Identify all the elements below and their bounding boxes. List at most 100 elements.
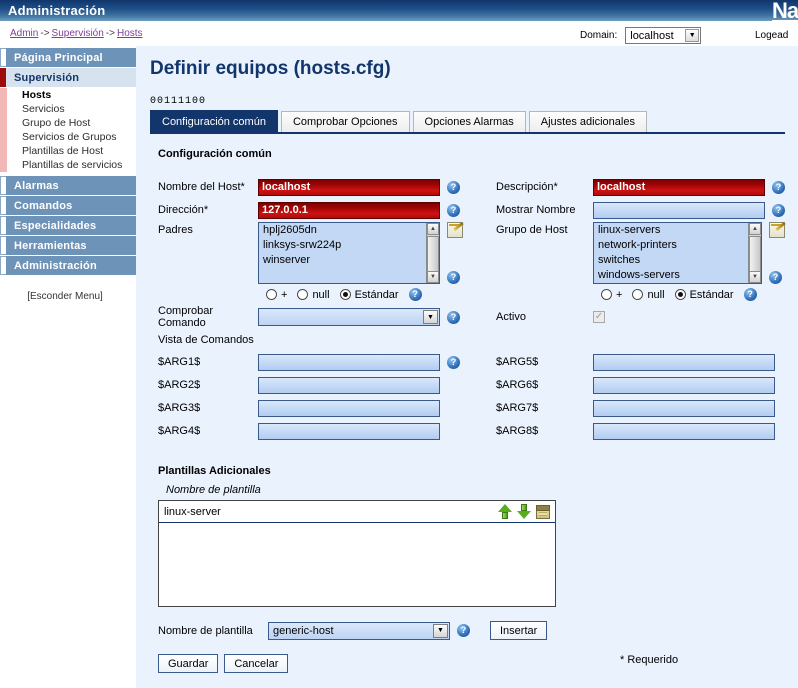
scroll-up-icon[interactable]: ▲ <box>427 223 439 235</box>
radio-estandar[interactable] <box>675 289 686 300</box>
scrollbar[interactable]: ▲ ▼ <box>426 223 439 283</box>
arrow-up-icon[interactable] <box>498 504 512 519</box>
host-name-input[interactable]: localhost <box>258 179 440 196</box>
chevron-down-icon[interactable]: ▼ <box>685 29 699 42</box>
sidebar-item-pagina-principal[interactable]: Página Principal <box>0 48 136 67</box>
help-icon[interactable]: ? <box>457 624 470 637</box>
chevron-down-icon[interactable]: ▼ <box>423 310 438 324</box>
sidebar-item-label: Herramientas <box>6 236 136 255</box>
scroll-down-icon[interactable]: ▼ <box>749 271 761 283</box>
hide-menu-link[interactable]: [Esconder Menu] <box>0 291 136 302</box>
edit-notepad-icon[interactable] <box>769 222 785 238</box>
save-button[interactable]: Guardar <box>158 654 218 673</box>
help-icon[interactable]: ? <box>409 288 422 301</box>
scroll-up-icon[interactable]: ▲ <box>749 223 761 235</box>
scrollbar[interactable]: ▲ ▼ <box>748 223 761 283</box>
activo-label: Activo <box>488 311 593 323</box>
sidebar-item-comandos[interactable]: Comandos <box>0 196 136 215</box>
breadcrumb-item-hosts[interactable]: Hosts <box>117 28 143 39</box>
command-view-label: Vista de Comandos <box>150 334 488 346</box>
arg3-input[interactable] <box>258 400 440 417</box>
templates-listbox[interactable]: linux-server <box>158 500 556 607</box>
display-name-input[interactable] <box>593 202 765 219</box>
help-icon[interactable]: ? <box>772 204 785 217</box>
help-icon[interactable]: ? <box>447 271 460 284</box>
tab-ajustes-adicionales[interactable]: Ajustes adicionales <box>529 111 647 132</box>
list-item[interactable]: hplj2605dn <box>259 223 439 238</box>
arg2-input[interactable] <box>258 377 440 394</box>
sidebar-item-servicios-de-grupos[interactable]: Servicios de Grupos <box>0 130 136 144</box>
row-actions <box>498 504 550 519</box>
scroll-down-icon[interactable]: ▼ <box>427 271 439 283</box>
tab-configuracion-comun[interactable]: Configuración común <box>150 110 278 132</box>
field-row-host-name: Nombre del Host* localhost ? <box>150 176 488 198</box>
edit-notepad-icon[interactable] <box>447 222 463 238</box>
list-item[interactable]: winserver <box>259 253 439 268</box>
check-command-select[interactable]: ▼ <box>258 308 440 326</box>
radio-null[interactable] <box>632 289 643 300</box>
arg6-input[interactable] <box>593 377 775 394</box>
breadcrumb-item-supervision[interactable]: Supervisión <box>52 28 104 39</box>
sidebar-item-hosts[interactable]: Hosts <box>0 88 136 102</box>
sidebar-item-plantillas-de-host[interactable]: Plantillas de Host <box>0 144 136 158</box>
description-label: Descripción* <box>488 181 593 193</box>
scrollbar-thumb[interactable] <box>427 236 439 272</box>
help-icon[interactable]: ? <box>447 204 460 217</box>
table-row[interactable]: linux-server <box>159 501 555 523</box>
sidebar-item-supervision[interactable]: Supervisión <box>0 68 136 87</box>
radio-null[interactable] <box>297 289 308 300</box>
sidebar-item-grupo-de-host[interactable]: Grupo de Host <box>0 116 136 130</box>
scrollbar-thumb[interactable] <box>749 236 761 272</box>
domain-select[interactable]: localhost ▼ <box>625 27 701 44</box>
description-input[interactable]: localhost <box>593 179 765 196</box>
chevron-down-icon[interactable]: ▼ <box>433 624 448 638</box>
tab-opciones-alarmas[interactable]: Opciones Alarmas <box>413 111 526 132</box>
help-icon[interactable]: ? <box>772 181 785 194</box>
field-row-arg8: $ARG8$ <box>488 420 785 442</box>
activo-checkbox[interactable]: ✓ <box>593 311 605 323</box>
brand-logo: Na <box>772 0 798 24</box>
sidebar-item-administracion[interactable]: Administración <box>0 256 136 275</box>
field-row-arg1: $ARG1$ ? <box>150 351 488 373</box>
sidebar-item-plantillas-de-servicios[interactable]: Plantillas de servicios <box>0 158 136 172</box>
parents-listbox[interactable]: hplj2605dn linksys-srw224p winserver ▲ ▼ <box>258 222 440 284</box>
radio-estandar[interactable] <box>340 289 351 300</box>
help-icon[interactable]: ? <box>744 288 757 301</box>
parents-label: Padres <box>150 222 258 236</box>
insert-button[interactable]: Insertar <box>490 621 547 640</box>
arg7-input[interactable] <box>593 400 775 417</box>
breadcrumb-item-admin[interactable]: Admin <box>10 28 38 39</box>
arg5-input[interactable] <box>593 354 775 371</box>
page-title: Definir equipos (hosts.cfg) <box>150 58 798 80</box>
field-row-address: Dirección* 127.0.0.1 ? <box>150 199 488 221</box>
arg8-input[interactable] <box>593 423 775 440</box>
sidebar-item-alarmas[interactable]: Alarmas <box>0 176 136 195</box>
cancel-button[interactable]: Cancelar <box>224 654 288 673</box>
templates-title: Plantillas Adicionales <box>158 465 785 477</box>
list-item[interactable]: linux-servers <box>594 223 761 238</box>
breadcrumb: Admin->Supervisión->Hosts <box>10 28 143 39</box>
form-column-left: Nombre del Host* localhost ? Dirección* … <box>150 176 488 443</box>
delete-icon[interactable] <box>536 505 550 519</box>
radio-plus[interactable] <box>601 289 612 300</box>
host-group-listbox[interactable]: linux-servers network-printers switches … <box>593 222 762 284</box>
list-item[interactable]: switches <box>594 253 761 268</box>
list-item[interactable]: linksys-srw224p <box>259 238 439 253</box>
sidebar-item-especialidades[interactable]: Especialidades <box>0 216 136 235</box>
list-item[interactable]: windows-servers <box>594 268 761 283</box>
arrow-down-icon[interactable] <box>517 504 531 519</box>
arg1-input[interactable] <box>258 354 440 371</box>
template-picker-select[interactable]: generic-host ▼ <box>268 622 450 640</box>
radio-plus[interactable] <box>266 289 277 300</box>
help-icon[interactable]: ? <box>447 311 460 324</box>
list-item[interactable]: network-printers <box>594 238 761 253</box>
help-icon[interactable]: ? <box>769 271 782 284</box>
sidebar-item-herramientas[interactable]: Herramientas <box>0 236 136 255</box>
help-icon[interactable]: ? <box>447 181 460 194</box>
tab-comprobar-opciones[interactable]: Comprobar Opciones <box>281 111 410 132</box>
help-icon[interactable]: ? <box>447 356 460 369</box>
arg4-input[interactable] <box>258 423 440 440</box>
sidebar-item-servicios[interactable]: Servicios <box>0 102 136 116</box>
sidebar-item-label: Página Principal <box>6 48 136 67</box>
address-input[interactable]: 127.0.0.1 <box>258 202 440 219</box>
